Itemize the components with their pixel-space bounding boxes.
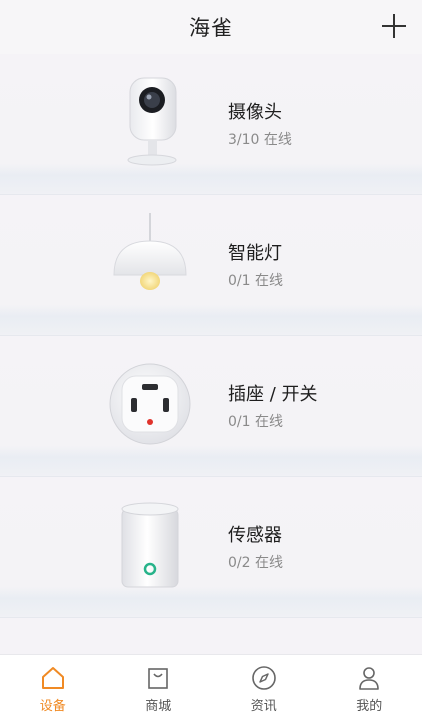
tab-devices[interactable]: 设备 <box>0 655 106 721</box>
home-icon <box>39 664 67 692</box>
tab-news[interactable]: 资讯 <box>211 655 317 721</box>
plus-icon <box>380 12 408 40</box>
tab-label: 商城 <box>106 695 212 714</box>
device-name: 插座 / 开关 <box>228 380 318 406</box>
camera-icon <box>108 72 192 172</box>
device-name: 传感器 <box>228 521 282 547</box>
device-card-lamp[interactable]: 智能灯 0/1 在线 <box>0 195 422 336</box>
device-card-camera[interactable]: 摄像头 3/10 在线 <box>0 54 422 195</box>
device-list: 摄像头 3/10 在线 智能灯 0/1 在线 <box>0 54 422 654</box>
bottom-tab-bar: 设备 商城 资讯 我的 <box>0 654 422 721</box>
lamp-icon <box>104 213 196 313</box>
socket-icon <box>108 354 192 454</box>
device-online-status: 0/2 在线 <box>228 552 283 572</box>
user-icon <box>355 664 383 692</box>
device-online-status: 0/1 在线 <box>228 411 283 431</box>
tab-store[interactable]: 商城 <box>106 655 212 721</box>
page-title: 海雀 <box>0 12 422 42</box>
tab-label: 我的 <box>317 695 422 714</box>
sensor-icon <box>108 495 192 595</box>
device-card-partial <box>0 618 422 654</box>
device-name: 智能灯 <box>228 239 282 265</box>
device-name: 摄像头 <box>228 98 282 124</box>
tab-profile[interactable]: 我的 <box>317 655 422 721</box>
tab-label: 资讯 <box>211 695 317 714</box>
add-device-button[interactable] <box>380 12 408 40</box>
shopping-bag-icon <box>144 664 172 692</box>
device-card-socket[interactable]: 插座 / 开关 0/1 在线 <box>0 336 422 477</box>
device-online-status: 3/10 在线 <box>228 129 292 149</box>
top-header: 海雀 <box>0 0 422 54</box>
device-card-sensor[interactable]: 传感器 0/2 在线 <box>0 477 422 618</box>
compass-icon <box>250 664 278 692</box>
device-online-status: 0/1 在线 <box>228 270 283 290</box>
tab-label: 设备 <box>0 695 106 714</box>
